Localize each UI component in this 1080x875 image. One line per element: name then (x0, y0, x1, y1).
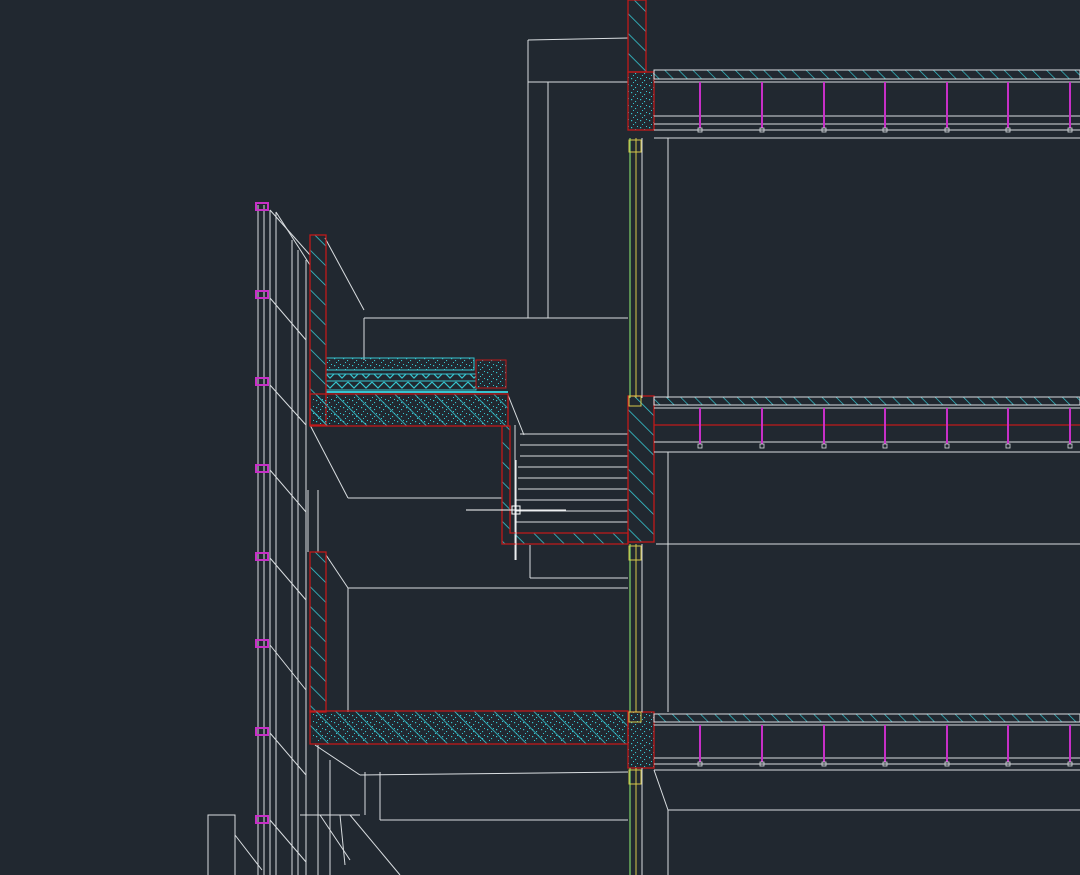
context-lines (307, 37, 629, 875)
rebar-foot (1067, 443, 1073, 449)
lower-balcony-slab (309, 710, 629, 745)
rebar-foot (944, 443, 950, 449)
deck-rebar-group (697, 82, 1073, 767)
floor-deck-bottom (653, 713, 1080, 875)
lower-parapet-wall (309, 551, 327, 713)
cad-drawing-viewport[interactable] (0, 0, 1080, 875)
rebar-foot (697, 443, 703, 449)
rebar-foot (882, 443, 888, 449)
floor-deck-top (653, 69, 1080, 139)
rebar-foot (759, 443, 765, 449)
main-wall (627, 0, 655, 769)
section-drawing[interactable] (0, 0, 1080, 875)
upper-balcony-slab (309, 393, 509, 427)
floor-deck-middle (653, 396, 1080, 545)
crosshair-cursor (466, 460, 566, 560)
rebar-foot (1005, 443, 1011, 449)
roof-buildup (325, 357, 508, 393)
stair-beam (501, 425, 629, 545)
rebar-foot (821, 443, 827, 449)
